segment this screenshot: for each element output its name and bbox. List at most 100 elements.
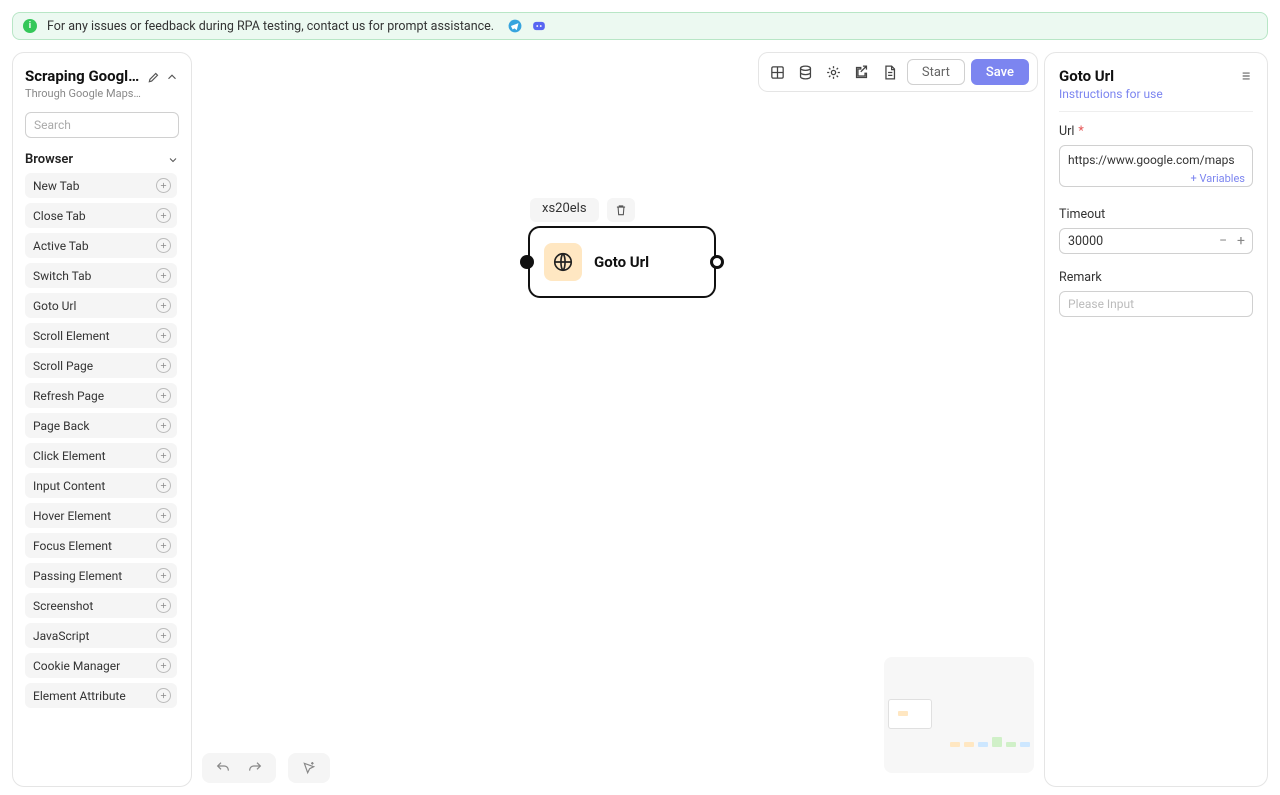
action-label: Cookie Manager xyxy=(33,659,120,673)
canvas[interactable]: Start Save xs20els Goto Url xyxy=(198,52,1038,787)
sidebar-item-focus-element[interactable]: Focus Element xyxy=(25,533,177,558)
grid-icon[interactable] xyxy=(767,61,789,83)
add-icon[interactable] xyxy=(156,478,171,493)
node-id-pill: xs20els xyxy=(530,198,599,222)
sidebar-item-javascript[interactable]: JavaScript xyxy=(25,623,177,648)
canvas-bottom-bar xyxy=(202,753,330,783)
add-icon[interactable] xyxy=(156,418,171,433)
sidebar-item-page-back[interactable]: Page Back xyxy=(25,413,177,438)
url-label: Url* xyxy=(1059,124,1253,139)
category-label: Browser xyxy=(25,152,73,167)
add-icon[interactable] xyxy=(156,688,171,703)
inspector-title: Goto Url xyxy=(1059,67,1114,85)
discord-icon[interactable] xyxy=(532,19,546,33)
sidebar-item-active-tab[interactable]: Active Tab xyxy=(25,233,177,258)
add-icon[interactable] xyxy=(156,658,171,673)
node-title: Goto Url xyxy=(594,253,649,271)
banner-text: For any issues or feedback during RPA te… xyxy=(47,19,494,34)
sidebar-item-hover-element[interactable]: Hover Element xyxy=(25,503,177,528)
list-icon[interactable] xyxy=(1237,68,1253,84)
chevron-down-icon xyxy=(167,154,179,166)
add-icon[interactable] xyxy=(156,208,171,223)
action-label: Switch Tab xyxy=(33,269,91,283)
sidebar-item-element-attribute[interactable]: Element Attribute xyxy=(25,683,177,708)
category-header-browser[interactable]: Browser xyxy=(25,152,179,167)
search-input[interactable] xyxy=(25,112,179,138)
action-label: Passing Element xyxy=(33,569,122,583)
action-label: Element Attribute xyxy=(33,689,126,703)
node-input-port[interactable] xyxy=(520,255,534,269)
add-icon[interactable] xyxy=(156,268,171,283)
action-label: Page Back xyxy=(33,419,89,433)
workflow-title: Scraping Google… xyxy=(25,67,141,85)
sidebar-item-input-content[interactable]: Input Content xyxy=(25,473,177,498)
action-label: Focus Element xyxy=(33,539,112,553)
action-label: Screenshot xyxy=(33,599,93,613)
sidebar-item-passing-element[interactable]: Passing Element xyxy=(25,563,177,588)
sidebar-item-click-element[interactable]: Click Element xyxy=(25,443,177,468)
instructions-link[interactable]: Instructions for use xyxy=(1059,87,1253,101)
add-icon[interactable] xyxy=(156,298,171,313)
remark-input[interactable] xyxy=(1059,291,1253,317)
settings-icon[interactable] xyxy=(823,61,845,83)
node-header: xs20els xyxy=(530,198,635,222)
add-icon[interactable] xyxy=(156,328,171,343)
telegram-icon[interactable] xyxy=(508,19,522,33)
add-icon[interactable] xyxy=(156,508,171,523)
action-label: Goto Url xyxy=(33,299,76,313)
document-icon[interactable] xyxy=(879,61,901,83)
node-output-port[interactable] xyxy=(710,255,724,269)
sidebar-item-new-tab[interactable]: New Tab xyxy=(25,173,177,198)
sidebar-item-refresh-page[interactable]: Refresh Page xyxy=(25,383,177,408)
sidebar-item-screenshot[interactable]: Screenshot xyxy=(25,593,177,618)
start-button[interactable]: Start xyxy=(907,59,965,85)
sidebar-item-close-tab[interactable]: Close Tab xyxy=(25,203,177,228)
cursor-sparkle-icon[interactable] xyxy=(300,759,318,777)
add-icon[interactable] xyxy=(156,598,171,613)
globe-icon xyxy=(544,243,582,281)
decrement-button[interactable]: − xyxy=(1217,235,1229,247)
sidebar-item-switch-tab[interactable]: Switch Tab xyxy=(25,263,177,288)
info-icon: i xyxy=(23,19,37,33)
sidebar-item-cookie-manager[interactable]: Cookie Manager xyxy=(25,653,177,678)
add-icon[interactable] xyxy=(156,538,171,553)
add-icon[interactable] xyxy=(156,388,171,403)
add-icon[interactable] xyxy=(156,568,171,583)
add-icon[interactable] xyxy=(156,238,171,253)
action-label: Scroll Page xyxy=(33,359,93,373)
action-label: Refresh Page xyxy=(33,389,104,403)
workflow-subtitle: Through Google Maps to retr… xyxy=(25,87,141,100)
variables-link[interactable]: + Variables xyxy=(1187,172,1245,185)
canvas-toolbar: Start Save xyxy=(758,52,1038,92)
node-goto-url[interactable]: Goto Url xyxy=(528,226,716,298)
action-label: New Tab xyxy=(33,179,79,193)
add-icon[interactable] xyxy=(156,628,171,643)
add-icon[interactable] xyxy=(156,448,171,463)
action-label: Close Tab xyxy=(33,209,86,223)
increment-button[interactable]: + xyxy=(1235,235,1247,247)
undo-button[interactable] xyxy=(214,759,232,777)
minimap[interactable] xyxy=(884,657,1034,773)
edit-icon[interactable] xyxy=(147,69,161,88)
chevron-up-icon[interactable] xyxy=(165,69,179,88)
action-label: Hover Element xyxy=(33,509,111,523)
action-label: Click Element xyxy=(33,449,106,463)
remark-label: Remark xyxy=(1059,270,1253,285)
add-icon[interactable] xyxy=(156,178,171,193)
save-button[interactable]: Save xyxy=(971,59,1029,85)
sidebar-item-scroll-page[interactable]: Scroll Page xyxy=(25,353,177,378)
inspector-panel: Goto Url Instructions for use Url* + Var… xyxy=(1044,52,1268,787)
redo-button[interactable] xyxy=(246,759,264,777)
sidebar: Scraping Google… Through Google Maps to … xyxy=(12,52,192,787)
action-label: Input Content xyxy=(33,479,105,493)
action-list: New Tab Close Tab Active Tab Switch Tab Goto… xyxy=(25,173,179,772)
action-label: Scroll Element xyxy=(33,329,110,343)
sidebar-item-goto-url[interactable]: Goto Url xyxy=(25,293,177,318)
action-label: Active Tab xyxy=(33,239,89,253)
canvas-wrap: Start Save xs20els Goto Url xyxy=(198,52,1038,787)
delete-node-button[interactable] xyxy=(607,198,635,222)
sidebar-item-scroll-element[interactable]: Scroll Element xyxy=(25,323,177,348)
export-icon[interactable] xyxy=(851,61,873,83)
database-icon[interactable] xyxy=(795,61,817,83)
add-icon[interactable] xyxy=(156,358,171,373)
